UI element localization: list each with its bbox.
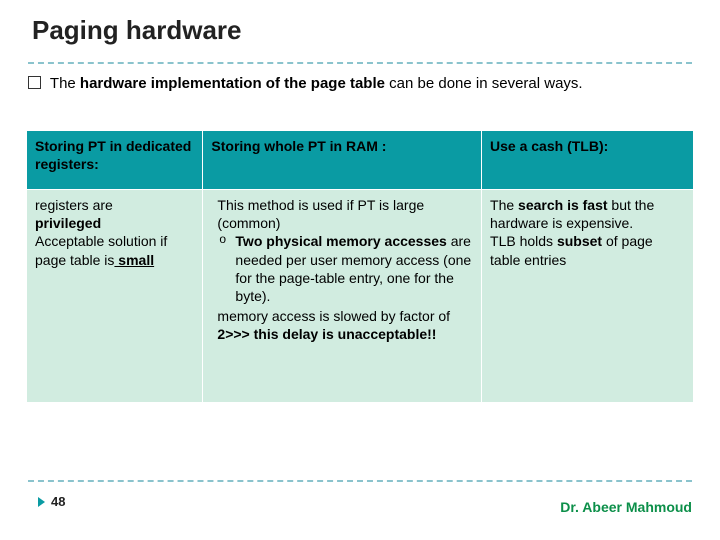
c2-p2a: memory access is slowed by factor of	[217, 308, 450, 324]
page-number: 48	[51, 494, 65, 511]
c3-l2a: TLB holds	[490, 233, 557, 249]
c2-p2b: 2>>> this delay is unacceptable!!	[217, 326, 436, 342]
c2-bullet: Two physical memory accesses are needed …	[235, 232, 473, 305]
header-col3: Use a cash (TLB):	[482, 131, 694, 190]
page-title: Paging hardware	[32, 14, 242, 48]
header-col1: Storing PT in dedicated registers:	[27, 131, 203, 190]
divider-top	[28, 62, 692, 64]
page-number-wrap: 48	[38, 494, 65, 511]
slide: Paging hardware The hardware implementat…	[0, 0, 720, 540]
c3-l1b: search is fast	[518, 197, 608, 213]
body-col2: This method is used if PT is large (comm…	[203, 190, 482, 403]
intro-bold: hardware implementation of the page tabl…	[80, 75, 389, 92]
intro-prefix: The	[50, 75, 80, 92]
c1-l1b: privileged	[35, 215, 101, 231]
c3-l2b: subset	[557, 233, 602, 249]
intro-suffix: can be done in several ways.	[389, 75, 582, 92]
body-col3: The search is fast but the hardware is e…	[482, 190, 694, 403]
play-icon	[38, 497, 45, 507]
c1-l2b: small	[114, 252, 154, 268]
comparison-table: Storing PT in dedicated registers: Stori…	[26, 130, 694, 403]
author-label: Dr. Abeer Mahmoud	[560, 498, 692, 516]
divider-bottom	[28, 480, 692, 482]
c2-bullet-a: Two physical memory accesses	[235, 233, 446, 249]
table-body-row: registers are privileged Acceptable solu…	[27, 190, 694, 403]
checkbox-icon	[28, 76, 41, 89]
c1-l1a: registers are	[35, 197, 113, 213]
header-col2: Storing whole PT in RAM :	[203, 131, 482, 190]
table-header-row: Storing PT in dedicated registers: Stori…	[27, 131, 694, 190]
body-col1: registers are privileged Acceptable solu…	[27, 190, 203, 403]
c3-l1a: The	[490, 197, 518, 213]
c2-p1: This method is used if PT is large (comm…	[217, 197, 424, 231]
intro-text: The hardware implementation of the page …	[28, 74, 698, 94]
